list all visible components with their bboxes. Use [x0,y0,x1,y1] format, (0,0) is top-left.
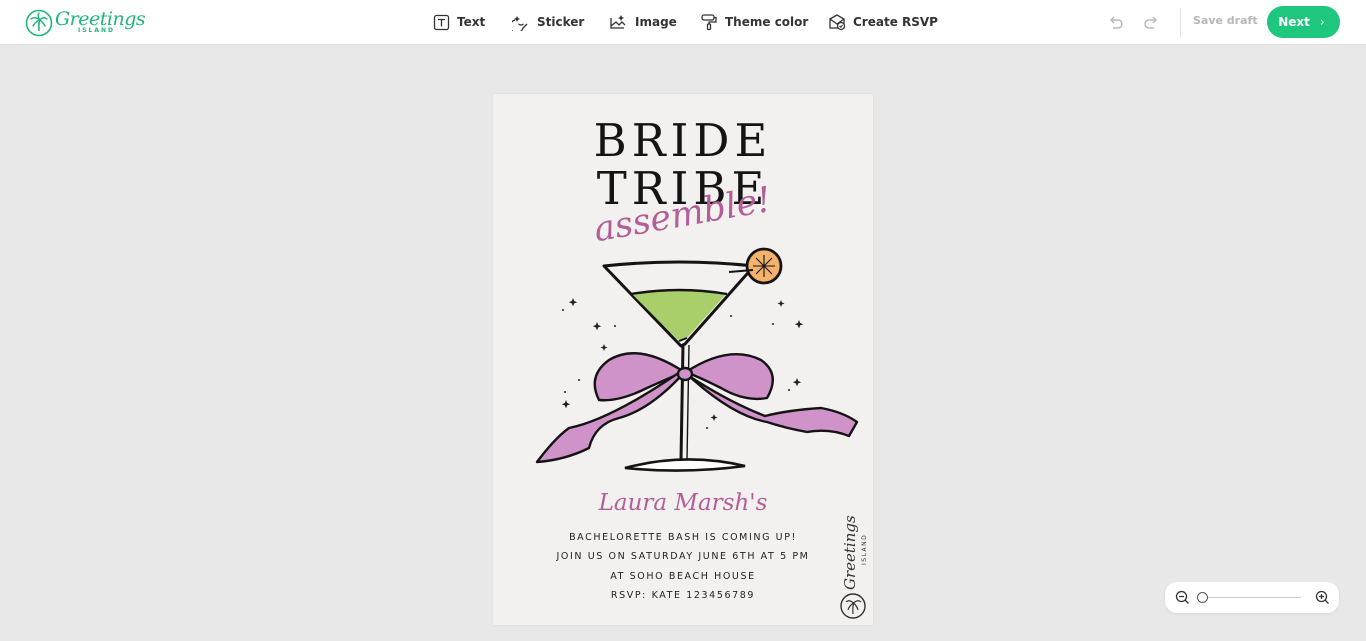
zoom-slider-track[interactable] [1201,597,1301,598]
theme-color-tool-label: Theme color [725,15,809,29]
create-rsvp-tool-label: Create RSVP [853,15,938,29]
rsvp-icon [829,14,846,31]
undo-icon[interactable] [1107,13,1125,31]
image-tool-button[interactable]: Image [609,11,677,33]
host-name[interactable]: Laura Marsh's [493,490,873,516]
detail-line-3[interactable]: AT SOHO BEACH HOUSE [493,571,873,582]
text-tool-label: Text [457,15,486,29]
toolbar-divider [1180,8,1181,38]
next-button-label: Next [1278,15,1310,29]
next-button[interactable]: Next › [1267,6,1340,38]
watermark-subtitle: ISLAND [861,534,868,565]
detail-line-2[interactable]: JOIN US ON SATURDAY JUNE 6TH AT 5 PM [493,551,873,562]
theme-color-tool-button[interactable]: Theme color [700,11,808,33]
greetings-island-watermark: Greetings ISLAND [835,510,871,622]
paint-roller-icon [701,14,717,31]
logo-subtitle: ISLAND [78,27,116,34]
chevron-right-icon: › [1319,15,1325,29]
martini-ribbon-illustration[interactable] [529,242,863,482]
invitation-card-canvas[interactable]: BRIDE TRIBE assemble! Laura Marsh's BACH… [493,94,873,625]
create-rsvp-tool-button[interactable]: Create RSVP [828,11,938,33]
zoom-slider-handle[interactable] [1197,592,1208,603]
greetings-island-logo[interactable]: Greetings ISLAND [25,8,146,38]
detail-line-4[interactable]: RSVP: KATE 123456789 [493,590,873,601]
sticker-icon [512,16,528,31]
image-icon [610,15,626,29]
zoom-control [1165,582,1339,613]
palm-tree-icon [25,9,53,37]
save-draft-button[interactable]: Save draft [1193,14,1258,27]
text-icon [433,14,450,30]
sticker-tool-button[interactable]: Sticker [512,11,584,33]
zoom-in-icon[interactable] [1315,590,1330,605]
headline-bride[interactable]: BRIDE [493,118,873,163]
text-tool-button[interactable]: Text [433,11,485,33]
watermark-wordmark: Greetings [841,515,859,590]
image-tool-label: Image [635,15,677,29]
sticker-tool-label: Sticker [537,15,585,29]
redo-icon[interactable] [1142,13,1160,31]
detail-line-1[interactable]: BACHELORETTE BASH IS COMING UP! [493,532,873,543]
zoom-out-icon[interactable] [1175,590,1190,605]
top-toolbar: Greetings ISLAND Text Sticker Image Them… [0,0,1366,45]
